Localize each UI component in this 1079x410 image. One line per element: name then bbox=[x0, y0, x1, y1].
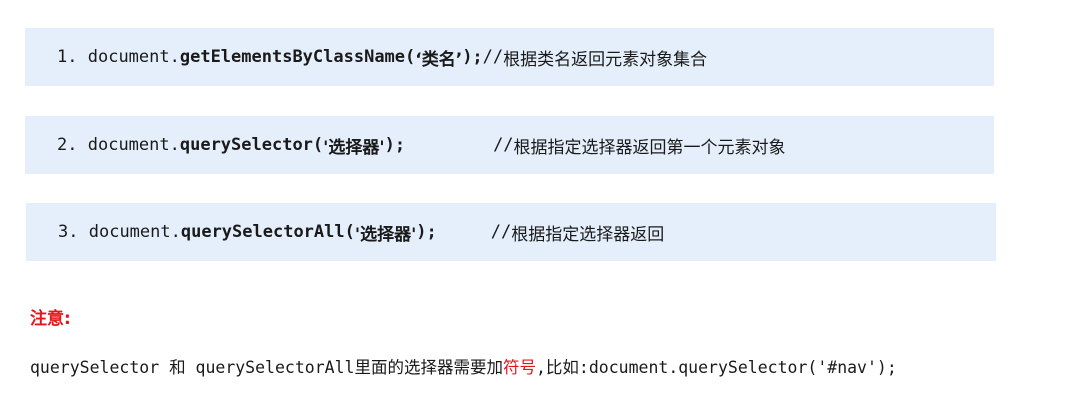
method-close: ); bbox=[384, 135, 406, 155]
note-part-1: querySelector bbox=[30, 358, 170, 377]
note-text: querySelector 和 querySelectorAll里面的选择器需要… bbox=[30, 354, 897, 378]
note-title: 注意: bbox=[30, 309, 71, 329]
comment-prefix: // bbox=[493, 135, 514, 155]
comment-prefix: // bbox=[490, 222, 512, 242]
line-number: 2. bbox=[57, 135, 78, 155]
method-close: ); bbox=[416, 222, 437, 242]
note-highlight: 符号 bbox=[502, 358, 536, 377]
method-argument: '选择器' bbox=[354, 224, 417, 245]
method-name: getElementsByClassName( bbox=[179, 47, 416, 67]
comment-text: 根据类名返回元素对象集合 bbox=[503, 49, 708, 70]
method-argument: '选择器' bbox=[323, 137, 385, 158]
comment-text: 根据指定选择器返回 bbox=[511, 224, 665, 245]
document-object: document. bbox=[87, 47, 180, 67]
code-line-2: 2. document. querySelector('选择器'); // 根据指定… bbox=[25, 116, 994, 174]
comment-text: 根据指定选择器返回第一个元素对象 bbox=[513, 137, 786, 158]
document-object: document. bbox=[88, 222, 181, 242]
comment-prefix: // bbox=[482, 47, 504, 67]
line-number: 3. bbox=[58, 222, 79, 242]
method-name: querySelector( bbox=[179, 135, 324, 155]
code-line-1: 1. document. getElementsByClassName(‘类名’)… bbox=[25, 28, 994, 86]
note-part-5: ,比如: bbox=[535, 358, 589, 377]
note-part-2: 和 bbox=[169, 358, 186, 377]
code-line-3: 3. document. querySelectorAll('选择器'); // 根… bbox=[26, 203, 996, 261]
note-part-3: querySelectorAll bbox=[185, 358, 355, 377]
document-object: document. bbox=[87, 135, 180, 155]
method-close: ); bbox=[462, 47, 483, 67]
line-number: 1. bbox=[57, 47, 78, 67]
note-part-6: document.querySelector('#nav'); bbox=[588, 358, 897, 377]
note-part-4: 里面的选择器需要加 bbox=[354, 358, 503, 377]
method-argument: ‘类名’ bbox=[415, 49, 463, 70]
method-name: querySelectorAll( bbox=[180, 222, 355, 242]
